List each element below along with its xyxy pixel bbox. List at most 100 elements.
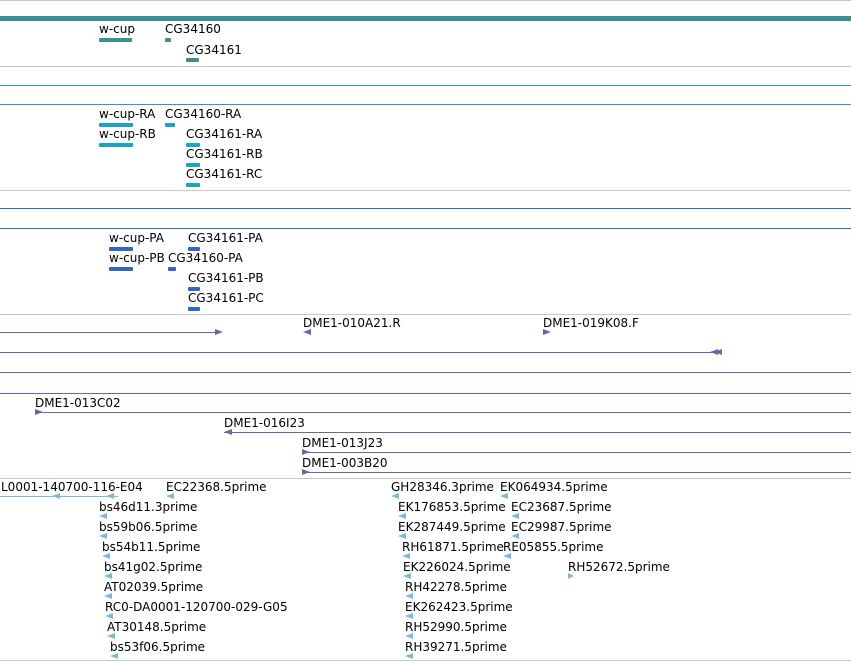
est-feature[interactable] xyxy=(391,493,399,499)
clone-label-dme1-013j23[interactable]: DME1-013J23 xyxy=(302,436,383,450)
gene-feature-cg34160[interactable] xyxy=(165,38,171,42)
clone-label-dme1-013c02[interactable]: DME1-013C02 xyxy=(35,396,121,410)
protein-feature-cg34161-pc[interactable] xyxy=(188,307,200,311)
est-feature[interactable] xyxy=(104,593,112,599)
est-feature[interactable] xyxy=(398,533,406,539)
est-label[interactable]: EK176853.5prime xyxy=(398,500,506,514)
clone-span-line xyxy=(0,332,216,333)
gene-label-cg34161[interactable]: CG34161 xyxy=(186,43,242,57)
est-feature[interactable] xyxy=(568,573,574,579)
est-feature[interactable] xyxy=(511,513,519,519)
est-feature[interactable] xyxy=(405,653,413,659)
est-feature[interactable] xyxy=(405,613,413,619)
track-separator xyxy=(0,0,851,1)
clone-span-line xyxy=(0,352,720,353)
track-separator xyxy=(0,660,851,661)
est-feature[interactable] xyxy=(511,533,519,539)
transcript-label-cg34161-ra[interactable]: CG34161-RA xyxy=(186,127,262,141)
protein-feature-cg34160-pa[interactable] xyxy=(168,267,176,271)
est-label[interactable]: EK226024.5prime xyxy=(403,560,511,574)
est-label[interactable]: RH61871.5prime xyxy=(402,540,504,554)
est-label[interactable]: RH52672.5prime xyxy=(568,560,670,574)
protein-label-cg34161-pc[interactable]: CG34161-PC xyxy=(188,291,264,305)
protein-label-w-cup-pb[interactable]: w-cup-PB xyxy=(109,251,165,265)
est-label[interactable]: RH42278.5prime xyxy=(405,580,507,594)
gene-label-cg34160[interactable]: CG34160 xyxy=(165,22,221,36)
est-label[interactable]: EC22368.5prime xyxy=(166,480,267,494)
gene-region-bar xyxy=(0,16,851,21)
est-label[interactable]: RE05855.5prime xyxy=(503,540,604,554)
est-feature[interactable] xyxy=(402,553,410,559)
clone-label-dme1-016i23[interactable]: DME1-016I23 xyxy=(224,416,305,430)
est-label[interactable]: AT30148.5prime xyxy=(107,620,206,634)
transcript-label-w-cup-rb[interactable]: w-cup-RB xyxy=(99,127,156,141)
est-label[interactable]: bs59b06.5prime xyxy=(99,520,197,534)
clone-span-line xyxy=(0,393,851,394)
est-label[interactable]: RC0-DA0001-120700-029-G05 xyxy=(105,600,288,614)
transcript-label-cg34161-rb[interactable]: CG34161-RB xyxy=(186,147,263,161)
protein-label-cg34161-pb[interactable]: CG34161-PB xyxy=(188,271,264,285)
est-label[interactable]: bs54b11.5prime xyxy=(102,540,200,554)
est-label[interactable]: EC23687.5prime xyxy=(511,500,612,514)
est-feature[interactable] xyxy=(166,493,174,499)
transcript-label-w-cup-ra[interactable]: w-cup-RA xyxy=(99,107,155,121)
clone-span-line xyxy=(35,412,851,413)
est-label[interactable]: GH28346.3prime xyxy=(391,480,494,494)
transcript-feature-cg34161-rc[interactable] xyxy=(186,183,200,187)
est-feature[interactable] xyxy=(107,633,115,639)
clone-label-dme1-019k08-f[interactable]: DME1-019K08.F xyxy=(543,316,639,330)
est-feature[interactable] xyxy=(105,613,113,619)
est-feature[interactable] xyxy=(405,593,413,599)
est-label[interactable]: EC29987.5prime xyxy=(511,520,612,534)
est-feature[interactable] xyxy=(500,493,508,499)
protein-label-cg34160-pa[interactable]: CG34160-PA xyxy=(168,251,243,265)
est-label[interactable]: EK064934.5prime xyxy=(500,480,608,494)
est-feature[interactable] xyxy=(102,553,110,559)
clone-span-line xyxy=(302,472,851,473)
est-label[interactable]: RH52990.5prime xyxy=(405,620,507,634)
track-separator xyxy=(0,478,851,479)
clone-span-line xyxy=(0,372,851,373)
est-label[interactable]: RH39271.5prime xyxy=(405,640,507,654)
est-feature[interactable] xyxy=(403,573,411,579)
clone-span-line xyxy=(224,432,851,433)
transcript-label-cg34161-rc[interactable]: CG34161-RC xyxy=(186,167,262,181)
est-feature[interactable] xyxy=(52,493,60,499)
gene-feature-w-cup[interactable] xyxy=(99,38,132,42)
est-feature[interactable] xyxy=(398,513,406,519)
clone-span-line xyxy=(302,452,851,453)
clone-arrow-right[interactable] xyxy=(215,329,223,335)
transcript-label-cg34160-ra[interactable]: CG34160-RA xyxy=(165,107,241,121)
clone-feature-dme1-019k08-f[interactable] xyxy=(543,329,551,335)
est-feature[interactable] xyxy=(106,493,114,499)
transcript-span-line xyxy=(0,85,851,86)
est-label[interactable]: bs46d11.3prime xyxy=(99,500,197,514)
est-label[interactable]: EK262423.5prime xyxy=(405,600,513,614)
est-label[interactable]: AT02039.5prime xyxy=(104,580,203,594)
est-feature[interactable] xyxy=(110,653,118,659)
track-separator xyxy=(0,66,851,67)
transcript-feature-w-cup-rb[interactable] xyxy=(99,143,133,147)
clone-feature-dme1-010a21-r[interactable] xyxy=(303,329,311,335)
protein-label-w-cup-pa[interactable]: w-cup-PA xyxy=(109,231,164,245)
genome-browser-tracks: w-cup CG34160 CG34161 w-cup-RA CG34160-R… xyxy=(0,0,851,662)
est-feature[interactable] xyxy=(99,513,107,519)
est-label[interactable]: L0001-140700-116-E04 xyxy=(1,480,143,494)
transcript-feature-cg34160-ra[interactable] xyxy=(165,123,175,127)
est-feature[interactable] xyxy=(503,553,511,559)
clone-arrow-left[interactable] xyxy=(714,349,722,355)
protein-label-cg34161-pa[interactable]: CG34161-PA xyxy=(188,231,263,245)
transcript-span-line xyxy=(0,104,851,105)
est-label[interactable]: bs53f06.5prime xyxy=(110,640,205,654)
est-feature[interactable] xyxy=(104,573,112,579)
clone-label-dme1-010a21-r[interactable]: DME1-010A21.R xyxy=(303,316,401,330)
gene-feature-cg34161[interactable] xyxy=(186,58,199,62)
clone-label-dme1-003b20[interactable]: DME1-003B20 xyxy=(302,456,388,470)
gene-label-w-cup[interactable]: w-cup xyxy=(99,22,135,36)
track-separator xyxy=(0,314,851,315)
est-label[interactable]: bs41g02.5prime xyxy=(104,560,202,574)
est-label[interactable]: EK287449.5prime xyxy=(398,520,506,534)
est-feature[interactable] xyxy=(99,533,107,539)
protein-feature-w-cup-pb[interactable] xyxy=(109,267,133,271)
est-feature[interactable] xyxy=(405,633,413,639)
